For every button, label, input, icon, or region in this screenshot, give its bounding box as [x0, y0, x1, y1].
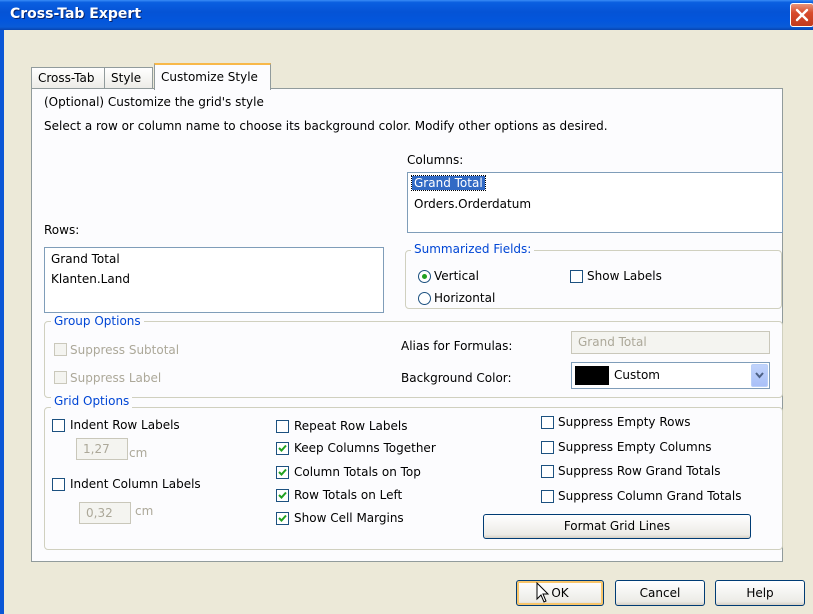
close-button[interactable]: [790, 3, 813, 27]
tab-customize-style[interactable]: Customize Style: [154, 63, 271, 90]
suppress-empty-columns-label: Suppress Empty Columns: [558, 440, 712, 454]
rows-label: Rows:: [44, 223, 80, 237]
tab-cross-tab[interactable]: Cross-Tab: [31, 67, 105, 89]
indent-row-labels-label: Indent Row Labels: [70, 418, 180, 432]
rows-item-grand-total[interactable]: Grand Total: [51, 252, 120, 266]
show-labels-checkbox[interactable]: [570, 270, 583, 283]
suppress-empty-rows-checkbox[interactable]: [541, 416, 554, 429]
color-swatch: [575, 366, 609, 385]
background-color-value: Custom: [614, 368, 660, 382]
indent-column-value: 0,32: [86, 506, 113, 520]
cancel-label: Cancel: [639, 586, 681, 600]
tab-label: Customize Style: [161, 70, 258, 84]
checkmark-icon: [278, 514, 287, 522]
cancel-button[interactable]: Cancel: [615, 580, 705, 606]
suppress-subtotal-label: Suppress Subtotal: [70, 343, 180, 357]
alias-for-formulas-input[interactable]: Grand Total: [571, 331, 770, 354]
vertical-label: Vertical: [434, 269, 479, 283]
suppress-label-checkbox[interactable]: [54, 371, 67, 384]
group-options-title: Group Options: [51, 314, 144, 328]
window-title: Cross-Tab Expert: [10, 6, 142, 22]
customize-style-panel: (Optional) Customize the grid's style Se…: [31, 88, 783, 562]
tab-style[interactable]: Style: [104, 67, 153, 89]
keep-columns-together-checkbox[interactable]: [276, 442, 289, 455]
suppress-subtotal-checkbox[interactable]: [54, 343, 67, 356]
checkmark-icon: [278, 491, 287, 499]
column-totals-on-top-checkbox[interactable]: [276, 466, 289, 479]
vertical-radio[interactable]: [418, 270, 431, 283]
suppress-empty-columns-checkbox[interactable]: [541, 441, 554, 454]
rows-listbox[interactable]: Grand Total Klanten.Land: [44, 247, 384, 313]
horizontal-radio[interactable]: [418, 292, 431, 305]
suppress-label-label: Suppress Label: [70, 371, 162, 385]
repeat-row-labels-label: Repeat Row Labels: [294, 419, 408, 433]
format-grid-lines-label: Format Grid Lines: [563, 519, 671, 533]
indent-row-labels-checkbox[interactable]: [52, 419, 65, 432]
checkmark-icon: [278, 468, 287, 476]
column-totals-on-top-label: Column Totals on Top: [294, 465, 421, 479]
show-labels-label: Show Labels: [587, 269, 662, 283]
mouse-pointer-icon: [536, 582, 550, 603]
indent-column-value-input[interactable]: 0,32: [79, 502, 131, 524]
row-totals-on-left-checkbox[interactable]: [276, 489, 289, 502]
suppress-row-grand-totals-checkbox[interactable]: [541, 465, 554, 478]
show-cell-margins-checkbox[interactable]: [276, 512, 289, 525]
keep-columns-together-label: Keep Columns Together: [294, 441, 436, 455]
window-frame-left: [0, 30, 4, 614]
cross-tab-expert-dialog: Cross-Tab Expert Cross-Tab Style Customi…: [0, 0, 813, 614]
indent-row-value-input[interactable]: 1,27: [76, 438, 128, 460]
columns-item-orders-orderdatum[interactable]: Orders.Orderdatum: [414, 197, 531, 211]
summarized-fields-title: Summarized Fields:: [411, 242, 535, 256]
indent-column-labels-checkbox[interactable]: [52, 478, 65, 491]
suppress-row-grand-totals-label: Suppress Row Grand Totals: [558, 464, 721, 478]
indent-column-unit: cm: [135, 504, 154, 518]
indent-row-value: 1,27: [83, 442, 110, 456]
title-bar[interactable]: Cross-Tab Expert: [0, 0, 813, 30]
dropdown-arrow-button[interactable]: [751, 364, 768, 387]
row-totals-on-left-label: Row Totals on Left: [294, 488, 403, 502]
indent-row-unit: cm: [129, 446, 148, 460]
chevron-down-icon: [755, 372, 764, 379]
rows-item-klanten-land[interactable]: Klanten.Land: [51, 272, 130, 286]
alias-for-formulas-label: Alias for Formulas:: [401, 339, 513, 353]
suppress-column-grand-totals-label: Suppress Column Grand Totals: [558, 489, 742, 503]
ok-button[interactable]: OK: [516, 580, 604, 606]
horizontal-label: Horizontal: [434, 291, 496, 305]
grid-options-title: Grid Options: [51, 394, 133, 408]
columns-label: Columns:: [407, 153, 464, 167]
tab-label: Style: [111, 71, 142, 85]
columns-item-grand-total[interactable]: Grand Total: [411, 175, 486, 191]
background-color-label: Background Color:: [401, 371, 512, 385]
checkmark-icon: [278, 444, 287, 452]
tab-label: Cross-Tab: [38, 71, 95, 85]
repeat-row-labels-checkbox[interactable]: [276, 420, 289, 433]
suppress-column-grand-totals-checkbox[interactable]: [541, 490, 554, 503]
format-grid-lines-button[interactable]: Format Grid Lines: [483, 514, 751, 539]
show-cell-margins-label: Show Cell Margins: [294, 511, 404, 525]
columns-listbox[interactable]: Grand Total Orders.Orderdatum: [407, 172, 783, 233]
radio-selected-dot: [422, 274, 427, 279]
help-button[interactable]: Help: [715, 580, 805, 606]
help-label: Help: [746, 586, 774, 600]
alias-value: Grand Total: [578, 335, 647, 349]
ok-label: OK: [551, 586, 569, 600]
intro-line-1: (Optional) Customize the grid's style: [44, 95, 264, 109]
background-color-dropdown[interactable]: Custom: [571, 362, 770, 389]
close-icon: [795, 8, 809, 22]
suppress-empty-rows-label: Suppress Empty Rows: [558, 415, 691, 429]
intro-line-2: Select a row or column name to choose it…: [44, 119, 608, 133]
indent-column-labels-label: Indent Column Labels: [70, 477, 201, 491]
